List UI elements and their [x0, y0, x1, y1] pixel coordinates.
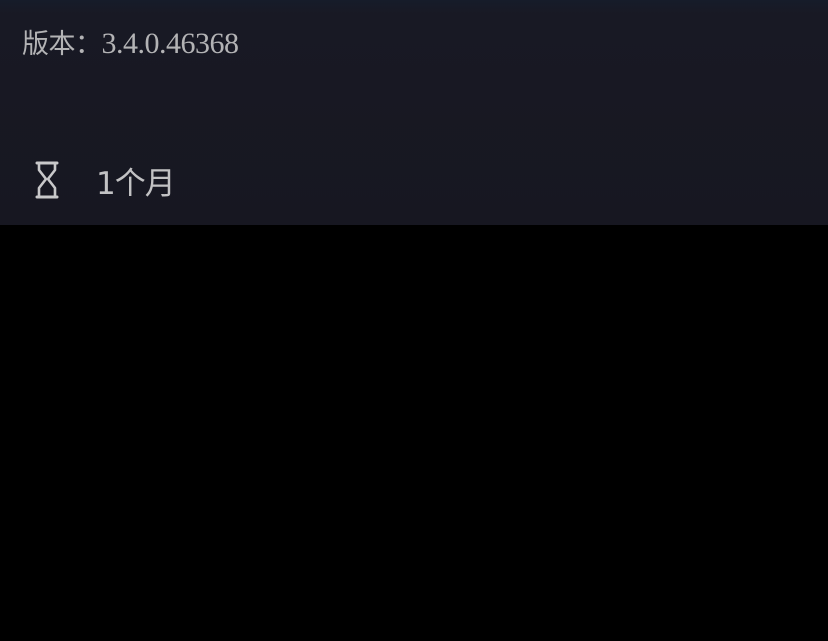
duration-text: 1个月 — [96, 165, 176, 202]
hourglass-icon — [30, 158, 64, 202]
blank-area — [0, 225, 828, 641]
duration-row: 1个月 — [30, 158, 176, 202]
version-label: 版本： — [22, 29, 102, 60]
version-value: 3.4.0.46368 — [101, 27, 240, 60]
version-line: 版本：3.4.0.46368 — [22, 26, 239, 62]
screen: 版本：3.4.0.46368 1个月 — [0, 0, 828, 641]
info-panel: 版本：3.4.0.46368 1个月 — [0, 0, 828, 225]
